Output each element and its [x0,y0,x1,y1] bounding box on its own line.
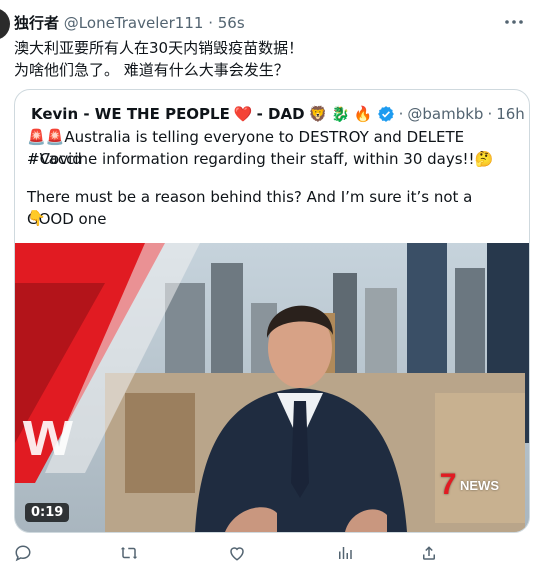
lion-emoji: 🦁 [308,105,328,123]
views-button[interactable] [334,542,356,564]
point-down-emoji: 👇 [27,209,46,227]
author-avatar[interactable] [0,8,10,40]
video-duration: 0:19 [25,503,70,522]
like-button[interactable] [226,542,248,564]
dragon-emoji: 🐉 [331,105,350,123]
thinking-emoji: 🤔 [474,150,494,168]
more-icon [505,20,523,24]
quoted-tweet-card[interactable]: Kevin - WE THE PEOPLE ❤️ - DAD 🦁 🐉 🔥 · @… [14,89,530,533]
quoted-separator: · [398,105,404,123]
separator-dot: · [208,14,213,32]
heart-emoji: ❤️ [233,105,253,123]
share-icon [423,546,435,560]
video-player[interactable]: w 7 NEWS 0:19 [15,243,529,532]
quoted-text-2: #Vaccine information regarding their sta… [27,150,475,168]
quoted-separator-2: · [487,105,493,123]
quoted-text-line-2: #Vaccine information regarding their sta… [27,148,519,170]
point-down-emoji-line: 👇 [27,207,519,229]
like-icon [230,547,244,561]
tweet-header: 独行者 @LoneTraveler111 · 56s [14,12,520,34]
quoted-author-name[interactable]: Kevin - WE THE PEOPLE [31,105,230,123]
siren-emoji: 🚨 [27,128,46,146]
reply-icon [15,545,31,562]
svg-text:w: w [22,397,73,469]
tweet-text-line-1: 澳大利亚要所有人在30天内销毁疫苗数据！ [14,39,304,57]
share-button[interactable] [418,542,440,564]
reply-button[interactable] [12,542,34,564]
more-options-button[interactable] [504,14,524,30]
fire-emoji: 🔥 [353,105,373,123]
quoted-time[interactable]: 16h [496,105,525,123]
quoted-author-suffix: - DAD [256,105,305,123]
quoted-author-handle[interactable]: @bambkb [407,105,483,123]
channel-logo-text: NEWS [460,478,499,493]
tweet-time[interactable]: 56s [218,14,245,32]
channel-seven-mark: 7 [439,468,457,501]
retweet-button[interactable] [118,542,140,564]
tweet-text-line-2: 为啥他们急了。 难道有什么大事会发生？ [14,61,289,79]
retweet-icon [120,547,138,559]
verified-badge-icon [377,105,395,123]
tweet-action-bar [0,540,534,568]
views-icon [339,547,352,559]
quoted-tweet-header: Kevin - WE THE PEOPLE ❤️ - DAD 🦁 🐉 🔥 · @… [27,102,525,126]
author-name[interactable]: 独行者 [14,14,59,32]
siren-emoji: 🚨 [45,128,65,146]
author-handle[interactable]: @LoneTraveler111 [64,14,204,32]
channel-logo: 7 NEWS [440,468,499,502]
